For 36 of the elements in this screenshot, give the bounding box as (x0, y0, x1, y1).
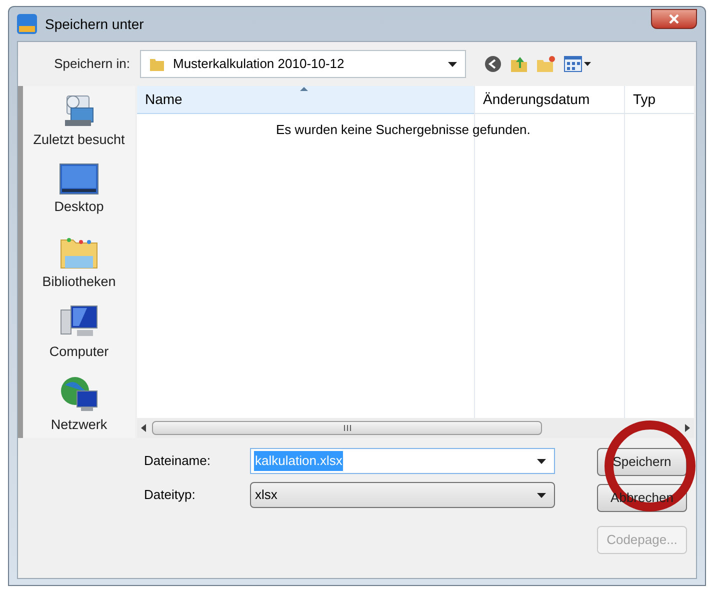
close-button[interactable] (651, 9, 697, 29)
window-title: Speichern unter (45, 14, 144, 34)
filename-label: Dateiname: (143, 452, 212, 470)
column-header[interactable]: Name (137, 86, 474, 114)
view-grid-icon (564, 56, 582, 72)
sidebar-item[interactable]: Desktop (54, 162, 104, 226)
dropdown-arrow-icon (448, 62, 457, 66)
filetype-label: Dateityp: (143, 486, 196, 504)
empty-message: Es wurden keine Suchergebnisse gefunden. (276, 121, 530, 139)
scroll-left-icon (141, 424, 146, 432)
network-icon (58, 375, 99, 414)
grip-icon (344, 425, 350, 431)
desktop-icon (59, 162, 99, 195)
folder-up-icon[interactable] (510, 55, 528, 73)
dropdown-arrow-icon (537, 458, 546, 464)
view-menu-button[interactable] (564, 56, 591, 72)
folder-icon (149, 56, 165, 72)
location-label: Speichern in: (53, 55, 131, 74)
scroll-thumb[interactable] (152, 421, 542, 435)
close-icon (669, 14, 679, 24)
location-value: Musterkalkulation 2010-10-12 (173, 55, 346, 74)
location-dropdown[interactable]: Musterkalkulation 2010-10-12 (140, 50, 466, 78)
dropdown-arrow-icon (584, 62, 591, 66)
back-icon[interactable] (484, 55, 502, 73)
filetype-dropdown[interactable]: xlsx (250, 482, 555, 508)
new-folder-icon[interactable] (536, 55, 556, 73)
sidebar-item[interactable]: Netzwerk (50, 375, 108, 438)
horizontal-scrollbar[interactable] (137, 418, 694, 438)
sidebar-item[interactable]: Zuletzt besucht (33, 92, 125, 155)
app-logo-icon (17, 14, 37, 34)
dropdown-arrow-icon (537, 492, 546, 498)
filename-value: kalkulation.xlsx (254, 451, 344, 471)
scroll-right-icon (685, 424, 690, 432)
sidebar-item[interactable]: Bibliotheken (42, 234, 116, 296)
sort-arrow-icon (300, 87, 308, 91)
sidebar-item[interactable]: Computer (49, 304, 109, 368)
